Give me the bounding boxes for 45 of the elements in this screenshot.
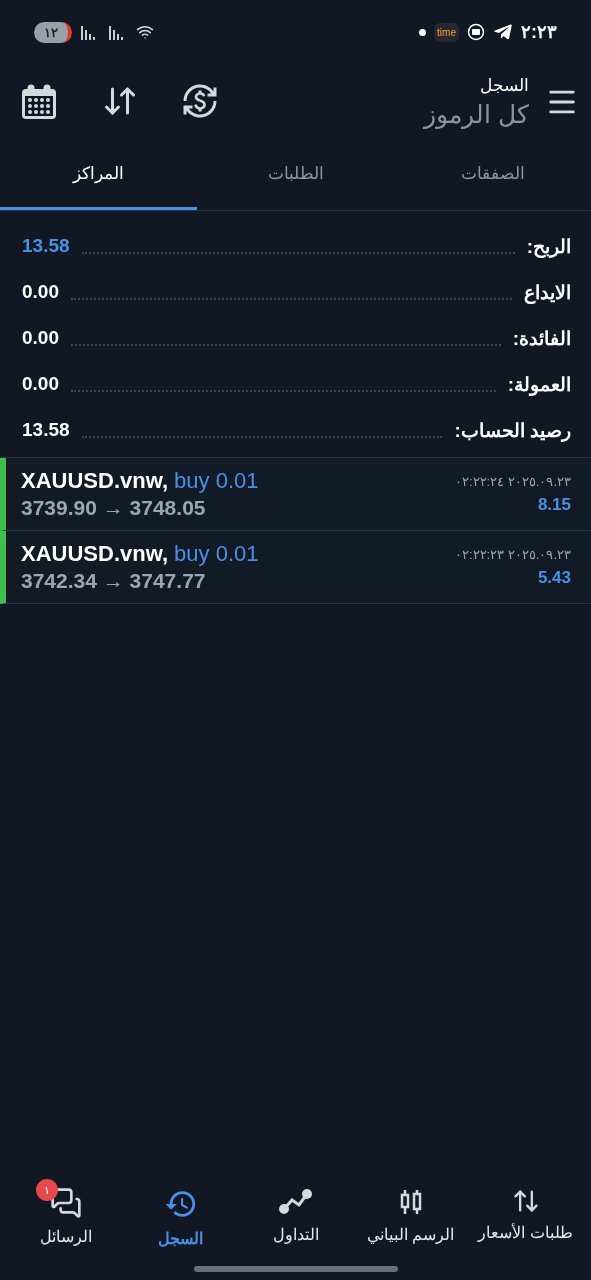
nav-item[interactable]: الرسم البياني <box>353 1175 468 1252</box>
line-chart-icon <box>278 1187 313 1217</box>
symbol-text: XAUUSD.vnw, <box>21 541 169 566</box>
tab[interactable]: الطلبات <box>197 140 394 210</box>
tab[interactable]: المراكز <box>0 140 197 210</box>
trade-prices: 3739.90 → 3748.05 <box>21 496 206 520</box>
trade-time: ٢٠٢٥.٠٩.٢٣ ٠٢:٢٢:٢٣ <box>454 547 571 562</box>
summary-value: 0.00 <box>22 373 59 395</box>
trade-side: buy 0.01 <box>174 468 259 493</box>
nav-label: طلبات الأسعار <box>478 1223 573 1242</box>
nav-item[interactable]: التداول <box>238 1175 353 1252</box>
trade-side: buy 0.01 <box>174 541 259 566</box>
summary-value: 0.00 <box>22 281 59 303</box>
nav-label: السجل <box>158 1229 203 1248</box>
screen-title: السجل <box>480 75 529 96</box>
summary-label: العمولة: <box>507 372 571 396</box>
calendar-icon[interactable] <box>20 83 58 121</box>
app-icon: time <box>434 22 459 42</box>
trade-profit: 5.43 <box>537 568 571 588</box>
battery-indicator: ١٢ <box>34 21 72 43</box>
summary-value: 13.58 <box>22 419 70 441</box>
summary-label: الربح: <box>526 234 571 258</box>
trade-profit: 8.15 <box>537 495 571 515</box>
notification-dot <box>419 28 427 36</box>
nav-item[interactable]: السجل <box>123 1175 238 1252</box>
nav-item[interactable]: ١ الرسائل <box>8 1175 123 1252</box>
summary-label: رصيد الحساب: <box>454 418 571 442</box>
symbol-filter[interactable]: كل الرموز <box>424 100 529 129</box>
trade-prices: 3742.34 → 3747.77 <box>21 569 206 593</box>
nav-label: التداول <box>272 1225 319 1244</box>
chat-icon <box>49 1187 82 1219</box>
nav-label: الرسائل <box>39 1227 92 1246</box>
nav-item[interactable]: طلبات الأسعار <box>468 1175 583 1252</box>
telegram-icon <box>493 22 513 42</box>
unread-badge: ١ <box>36 1179 58 1201</box>
summary-label: الايداع <box>524 280 571 304</box>
summary-label: الفائدة: <box>512 326 571 350</box>
symbol-text: XAUUSD.vnw, <box>21 468 169 493</box>
summary-value: 13.58 <box>22 235 70 257</box>
wifi-icon <box>136 23 154 41</box>
tab[interactable]: الصفقات <box>394 140 591 210</box>
clock: ٢:٢٣ <box>521 21 557 43</box>
summary-value: 0.00 <box>22 327 59 349</box>
nav-label: الرسم البياني <box>366 1225 455 1244</box>
trade-time: ٢٠٢٥.٠٩.٢٣ ٠٢:٢٢:٢٤ <box>454 474 571 489</box>
